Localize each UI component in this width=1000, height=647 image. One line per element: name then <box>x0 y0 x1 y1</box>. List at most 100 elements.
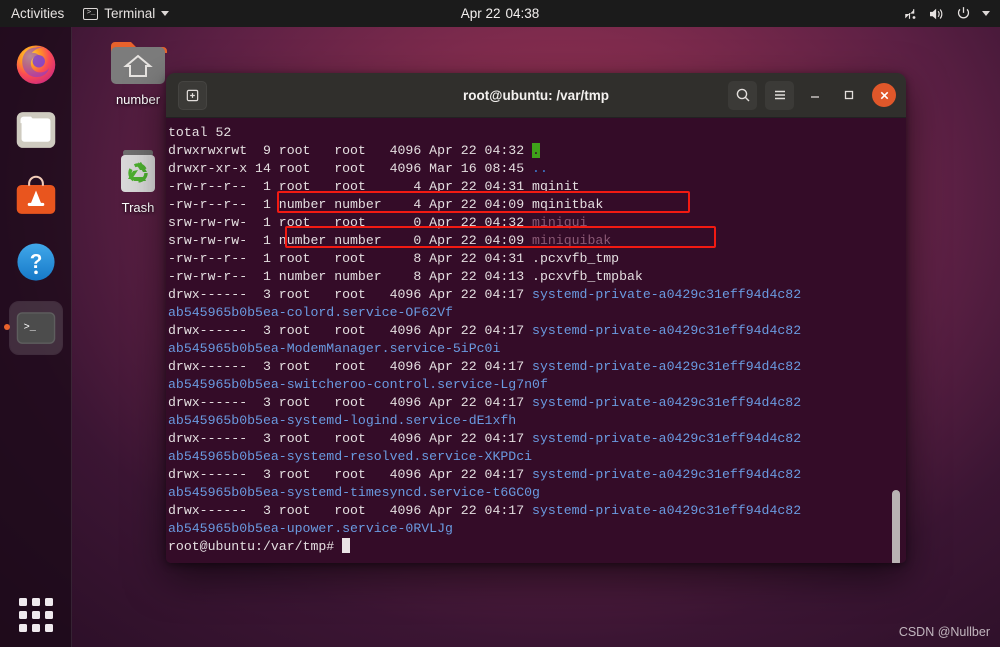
terminal-line: -rw-rw-r-- 1 number number 8 Apr 22 04:1… <box>168 268 906 286</box>
terminal-line: srw-rw-rw- 1 number number 0 Apr 22 04:0… <box>168 232 906 250</box>
terminal-line: ab545965b0b5ea-switcheroo-control.servic… <box>168 376 906 394</box>
app-menu-label: Terminal <box>104 6 156 21</box>
terminal-text: total 52 <box>168 125 232 140</box>
dock: ? >_ <box>0 27 72 647</box>
terminal-window: root@ubuntu: /var/tmp total 52 drwxrwxrw… <box>166 73 906 563</box>
terminal-text: drwxrwxrwt 9 root root 4096 Apr 22 04:32 <box>168 143 533 158</box>
grid-dot <box>45 598 53 606</box>
search-icon <box>736 88 749 102</box>
svg-text:?: ? <box>30 250 43 273</box>
terminal-text: systemd-private-a0429c31eff94d4c82 <box>532 359 802 374</box>
terminal-text: ab545965b0b5ea-systemd-timesyncd.service… <box>168 485 540 500</box>
terminal-app-icon: >_ <box>16 312 56 344</box>
activities-label: Activities <box>11 6 65 21</box>
terminal-line: drwxrwxrwt 9 root root 4096 Apr 22 04:32… <box>168 142 906 160</box>
terminal-line: drwxr-xr-x 14 root root 4096 Mar 16 08:4… <box>168 160 906 178</box>
minimize-button[interactable] <box>802 82 828 108</box>
help-icon: ? <box>17 243 55 281</box>
terminal-text: srw-rw-rw- 1 number number 0 Apr 22 04:0… <box>168 233 533 248</box>
terminal-line: ab545965b0b5ea-colord.service-OF62Vf <box>168 304 906 322</box>
new-tab-button[interactable] <box>178 80 207 110</box>
terminal-line: drwx------ 3 root root 4096 Apr 22 04:17… <box>168 322 906 340</box>
top-bar: Activities >_ Terminal Apr 22 04:38 <box>0 0 1000 27</box>
close-button[interactable] <box>872 83 896 107</box>
terminal-line: ab545965b0b5ea-systemd-logind.service-dE… <box>168 412 906 430</box>
terminal-line: drwx------ 3 root root 4096 Apr 22 04:17… <box>168 286 906 304</box>
terminal-text: root@ubuntu:/var/tmp# <box>168 539 343 554</box>
new-tab-icon <box>186 89 199 101</box>
grid-dot <box>19 611 27 619</box>
terminal-line: total 52 <box>168 124 906 142</box>
dock-item-software[interactable] <box>10 170 62 222</box>
chevron-down-icon[interactable] <box>982 11 990 16</box>
grid-dot <box>32 598 40 606</box>
terminal-text: drwxr-xr-x 14 root root 4096 Mar 16 08:4… <box>168 161 533 176</box>
terminal-line: -rw-r--r-- 1 root root 4 Apr 22 04:31 mq… <box>168 178 906 196</box>
close-icon <box>880 91 888 99</box>
terminal-text: drwx------ 3 root root 4096 Apr 22 04:17 <box>168 395 533 410</box>
maximize-icon <box>844 90 854 100</box>
terminal-cursor <box>342 538 351 553</box>
terminal-text: systemd-private-a0429c31eff94d4c82 <box>532 287 802 302</box>
terminal-text: miniquibak <box>532 233 612 248</box>
app-menu-button[interactable]: >_ Terminal <box>75 6 177 21</box>
clock-date: Apr 22 <box>460 6 501 21</box>
terminal-text: ab545965b0b5ea-systemd-resolved.service-… <box>168 449 533 464</box>
terminal-text: drwx------ 3 root root 4096 Apr 22 04:17 <box>168 287 533 302</box>
terminal-scrollbar[interactable] <box>892 490 900 563</box>
clock-time: 04:38 <box>505 6 540 21</box>
grid-dot <box>19 598 27 606</box>
dock-item-files[interactable] <box>10 104 62 156</box>
terminal-text: systemd-private-a0429c31eff94d4c82 <box>532 323 802 338</box>
grid-dot <box>32 611 40 619</box>
dock-item-terminal[interactable]: >_ <box>4 301 63 355</box>
terminal-text: -rw-r--r-- 1 number number 4 Apr 22 04:0… <box>168 197 604 212</box>
terminal-text: ab545965b0b5ea-systemd-logind.service-dE… <box>168 413 517 428</box>
grid-dot <box>32 624 40 632</box>
terminal-text: drwx------ 3 root root 4096 Apr 22 04:17 <box>168 359 533 374</box>
terminal-text: -rw-rw-r-- 1 number number 8 Apr 22 04:1… <box>168 269 643 284</box>
terminal-text: -rw-r--r-- 1 root root 8 Apr 22 04:31 .p… <box>168 251 620 266</box>
show-applications-button[interactable] <box>18 597 54 633</box>
svg-text:>_: >_ <box>24 321 37 333</box>
system-tray[interactable] <box>903 6 1000 21</box>
activities-button[interactable]: Activities <box>0 0 75 27</box>
hamburger-menu-icon <box>774 90 785 100</box>
terminal-line: drwx------ 3 root root 4096 Apr 22 04:17… <box>168 430 906 448</box>
terminal-icon: >_ <box>83 7 99 20</box>
terminal-text: ab545965b0b5ea-colord.service-OF62Vf <box>168 305 453 320</box>
terminal-text: drwx------ 3 root root 4096 Apr 22 04:17 <box>168 503 533 518</box>
network-icon[interactable] <box>903 7 918 21</box>
terminal-text: -rw-r--r-- 1 root root 4 Apr 22 04:31 mq… <box>168 179 580 194</box>
dock-item-help[interactable]: ? <box>10 236 62 288</box>
maximize-button[interactable] <box>836 82 862 108</box>
grid-dot <box>45 624 53 632</box>
files-icon <box>16 112 56 148</box>
power-icon[interactable] <box>956 6 971 21</box>
terminal-line: ab545965b0b5ea-upower.service-0RVLJg <box>168 520 906 538</box>
dock-item-firefox[interactable] <box>10 38 62 90</box>
grid-dot <box>19 624 27 632</box>
chevron-down-icon <box>161 11 170 16</box>
terminal-text: drwx------ 3 root root 4096 Apr 22 04:17 <box>168 323 533 338</box>
menu-button[interactable] <box>765 80 794 110</box>
terminal-text: systemd-private-a0429c31eff94d4c82 <box>532 467 802 482</box>
terminal-text: systemd-private-a0429c31eff94d4c82 <box>532 503 802 518</box>
terminal-text: .. <box>532 161 548 176</box>
terminal-titlebar[interactable]: root@ubuntu: /var/tmp <box>166 73 906 118</box>
terminal-line: ab545965b0b5ea-systemd-resolved.service-… <box>168 448 906 466</box>
terminal-text: ab545965b0b5ea-ModemManager.service-5iPc… <box>168 341 501 356</box>
terminal-text: drwx------ 3 root root 4096 Apr 22 04:17 <box>168 467 533 482</box>
terminal-text: systemd-private-a0429c31eff94d4c82 <box>532 431 802 446</box>
terminal-text: srw-rw-rw- 1 root root 0 Apr 22 04:32 <box>168 215 533 230</box>
terminal-body[interactable]: total 52 drwxrwxrwt 9 root root 4096 Apr … <box>166 118 906 563</box>
minimize-icon <box>811 96 819 98</box>
search-button[interactable] <box>728 80 757 110</box>
terminal-line: srw-rw-rw- 1 root root 0 Apr 22 04:32 mi… <box>168 214 906 232</box>
terminal-text: miniqui <box>532 215 588 230</box>
terminal-line: ab545965b0b5ea-systemd-timesyncd.service… <box>168 484 906 502</box>
grid-dot <box>45 611 53 619</box>
volume-icon[interactable] <box>929 7 945 21</box>
terminal-line: drwx------ 3 root root 4096 Apr 22 04:17… <box>168 502 906 520</box>
terminal-line: drwx------ 3 root root 4096 Apr 22 04:17… <box>168 394 906 412</box>
